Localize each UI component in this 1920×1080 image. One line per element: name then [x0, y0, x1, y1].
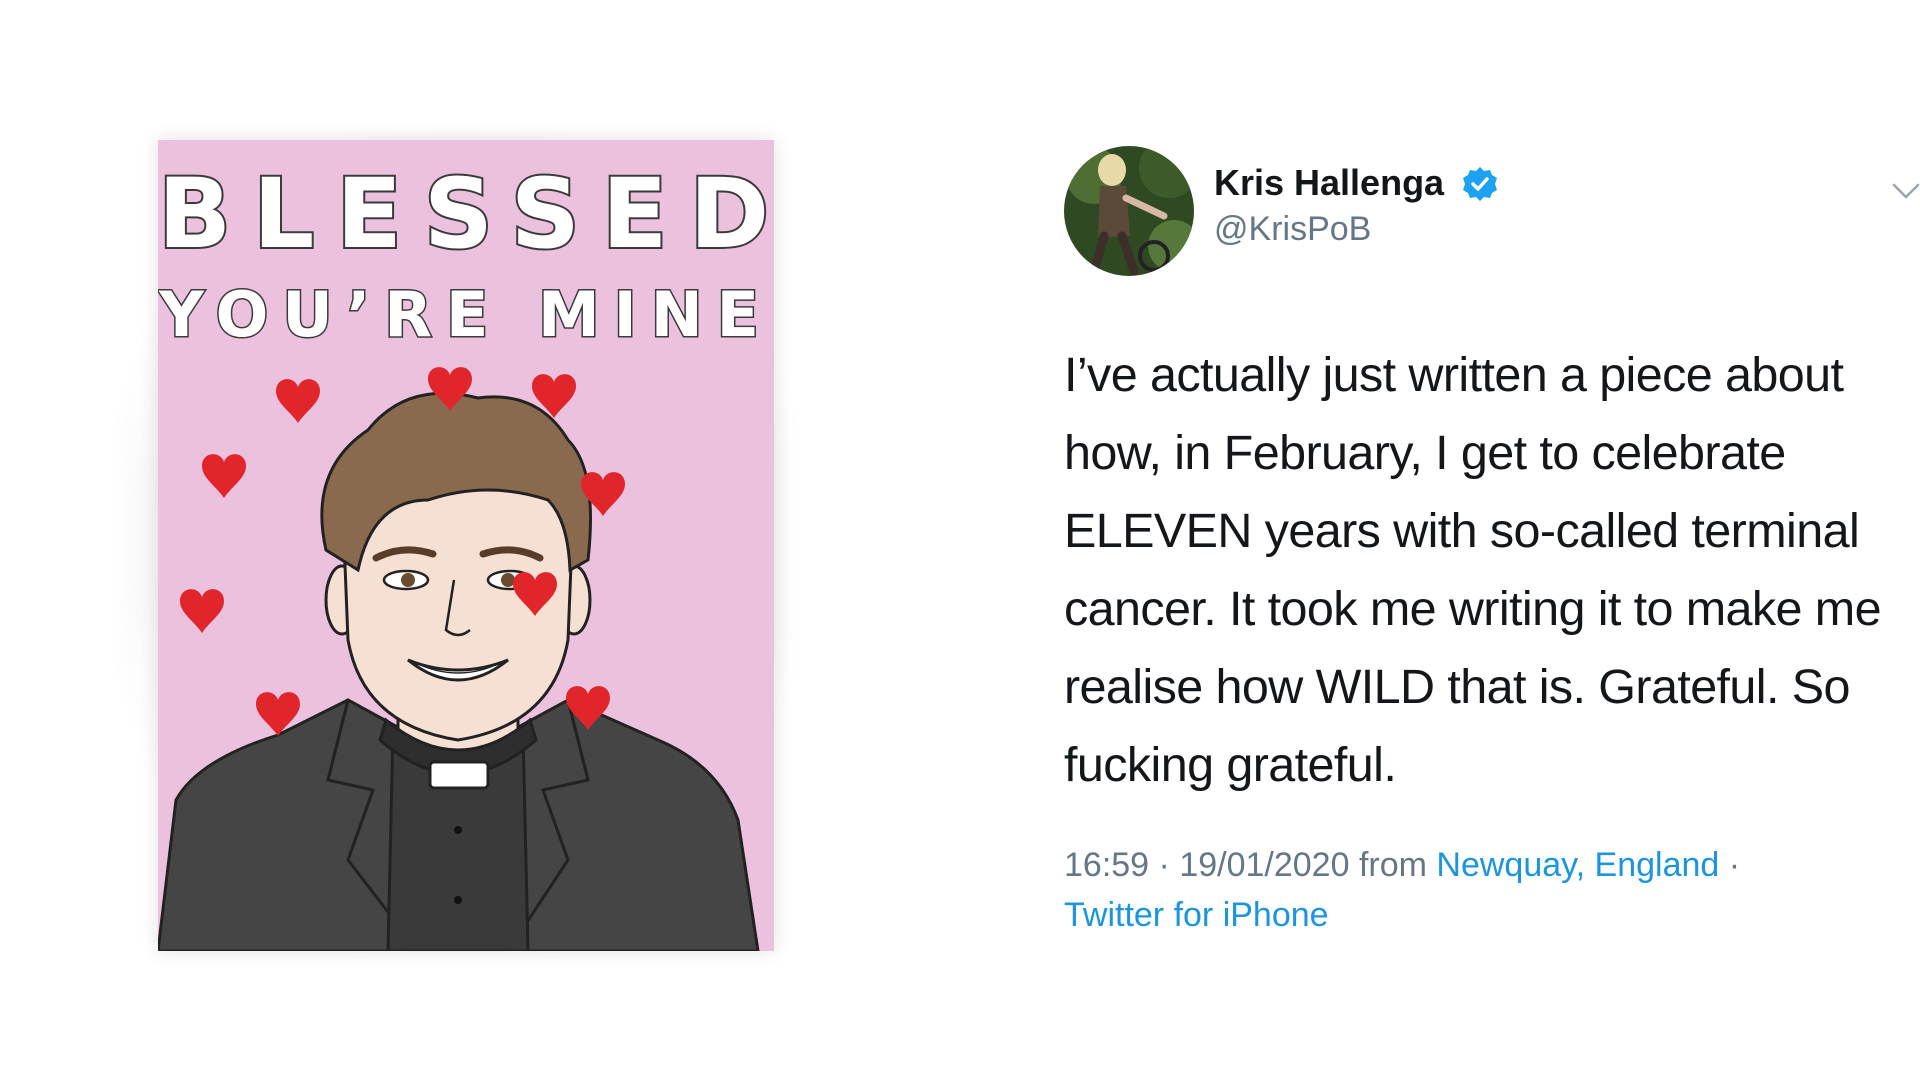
display-name[interactable]: Kris Hallenga — [1214, 162, 1444, 204]
greeting-card-image: BLESSED YOU’RE MINE — [158, 140, 774, 951]
tweet-time[interactable]: 16:59 — [1064, 846, 1149, 884]
source-link[interactable]: Twitter for iPhone — [1064, 896, 1329, 934]
tweet-meta: 16:59 · 19/01/2020 from Newquay, England… — [1064, 840, 1920, 940]
card-title: BLESSED — [158, 156, 774, 272]
verified-badge-icon — [1463, 167, 1497, 201]
meta-separator: · — [1728, 846, 1741, 884]
from-label: from — [1358, 846, 1427, 884]
tweet-text: I’ve actually just written a piece about… — [1064, 348, 1882, 792]
meta-separator: · — [1158, 846, 1170, 884]
tweet-date[interactable]: 19/01/2020 — [1179, 846, 1349, 884]
card-subtitle: YOU’RE MINE — [158, 277, 773, 353]
handle[interactable]: @KrisPoB — [1214, 210, 1371, 249]
chevron-down-icon[interactable] — [1892, 182, 1920, 200]
avatar[interactable] — [1064, 146, 1194, 276]
tweet: Kris Hallenga @KrisPoB I’ve actually jus… — [1064, 140, 1920, 940]
location-link[interactable]: Newquay, England — [1436, 846, 1719, 884]
